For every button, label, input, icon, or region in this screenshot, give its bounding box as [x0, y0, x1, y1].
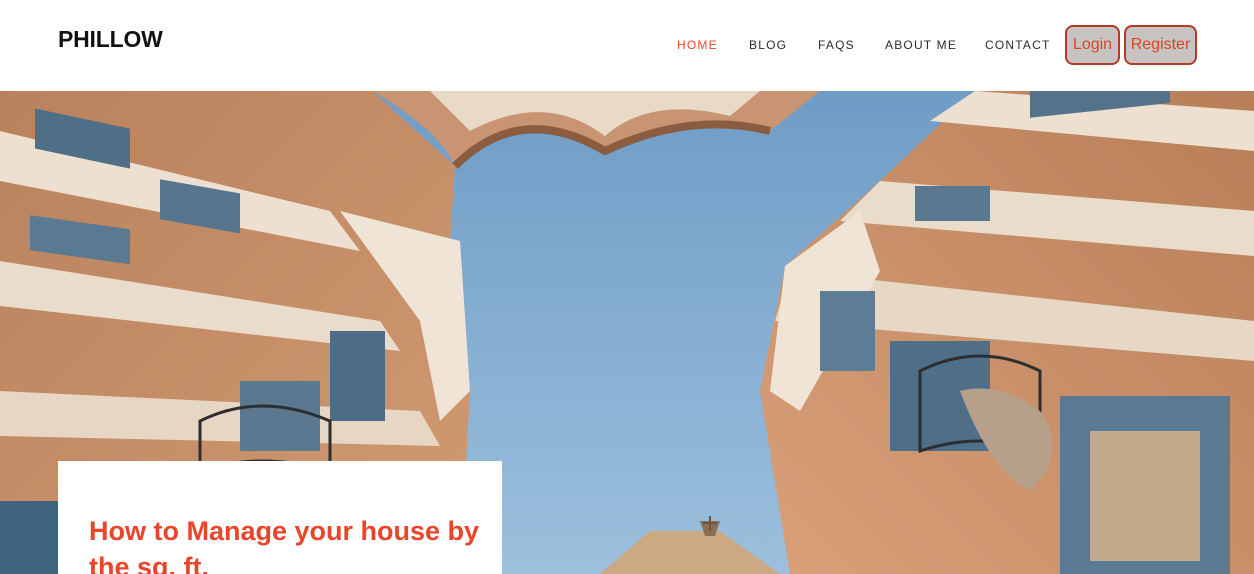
nav-item-home[interactable]: HOME: [677, 38, 718, 52]
nav-item-about-me[interactable]: ABOUT ME: [885, 38, 957, 52]
site-header: PHILLOW HOME BLOG FAQS ABOUT ME CONTACT …: [0, 0, 1254, 91]
nav-item-contact[interactable]: CONTACT: [985, 38, 1051, 52]
featured-post-card[interactable]: How to Manage your house by the sq. ft.: [58, 461, 502, 574]
featured-post-title[interactable]: How to Manage your house by the sq. ft.: [89, 513, 489, 574]
nav-item-faqs[interactable]: FAQS: [818, 38, 855, 52]
nav-item-blog[interactable]: BLOG: [749, 38, 787, 52]
page: PHILLOW HOME BLOG FAQS ABOUT ME CONTACT …: [0, 0, 1254, 574]
register-button[interactable]: Register: [1124, 25, 1197, 65]
login-button[interactable]: Login: [1065, 25, 1120, 65]
